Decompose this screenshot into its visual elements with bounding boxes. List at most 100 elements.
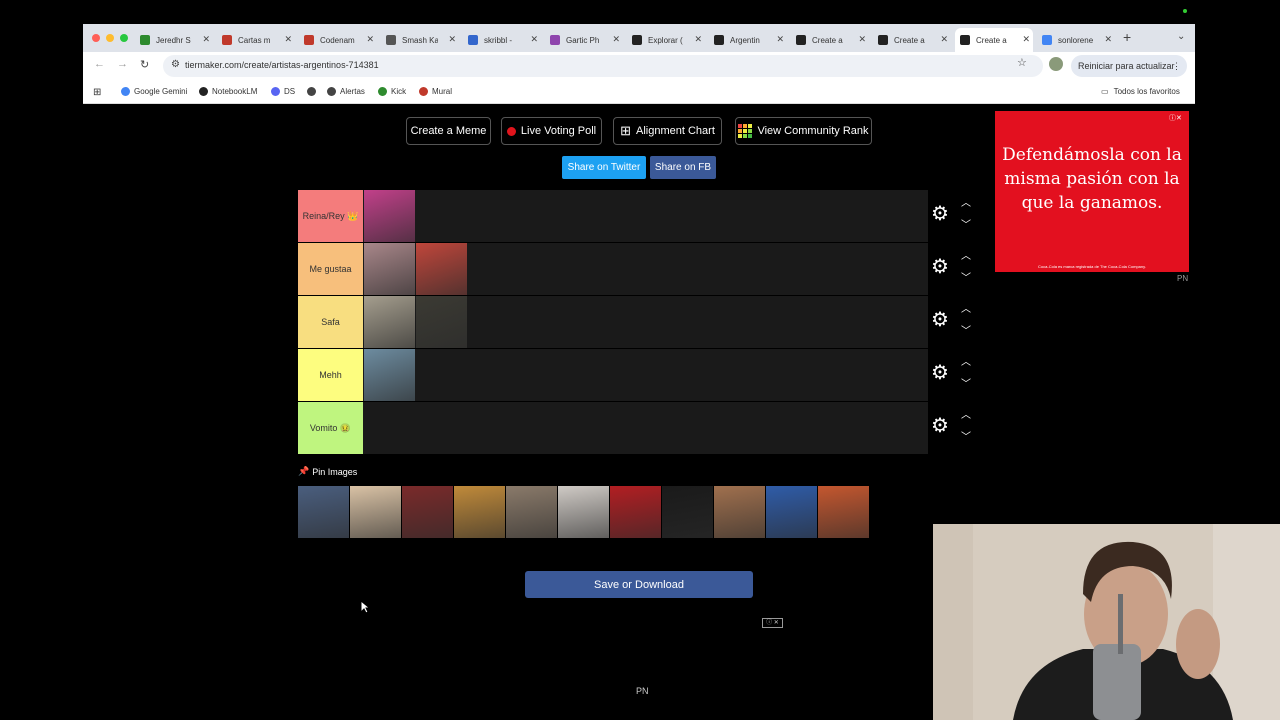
ad-close-icon[interactable]: ⓘ✕ — [1169, 113, 1182, 123]
chevron-up-icon[interactable]: ︿ — [961, 194, 971, 209]
live-voting-poll-button[interactable]: Live Voting Poll — [501, 117, 602, 145]
browser-tab[interactable]: Smash Ka ✕ — [381, 28, 459, 52]
gear-icon[interactable]: ⚙ — [931, 204, 949, 224]
tab-close-icon[interactable]: ✕ — [858, 34, 866, 45]
tier-label[interactable]: Safa — [298, 296, 363, 348]
share-facebook-button[interactable]: Share on FB — [650, 156, 716, 179]
bookmark-star-icon[interactable]: ☆ — [1017, 56, 1027, 69]
tab-close-icon[interactable]: ✕ — [612, 34, 620, 45]
tab-close-icon[interactable]: ✕ — [1022, 34, 1030, 45]
tier-item-image[interactable] — [416, 243, 467, 295]
chevron-up-icon[interactable]: ︿ — [961, 247, 971, 262]
more-menu-icon[interactable]: ⋮ — [1172, 55, 1181, 77]
tier-item-image[interactable] — [364, 190, 415, 242]
browser-tab[interactable]: Argentin ✕ — [709, 28, 787, 52]
tab-close-icon[interactable]: ✕ — [776, 34, 784, 45]
chevron-up-icon[interactable]: ︿ — [961, 353, 971, 368]
tab-close-icon[interactable]: ✕ — [448, 34, 456, 45]
tab-close-icon[interactable]: ✕ — [366, 34, 374, 45]
coca-cola-ad[interactable]: ⓘ✕ Defendámosla con la misma pasión con … — [995, 111, 1189, 272]
bookmark-item[interactable]: NotebookLM — [199, 87, 257, 96]
share-twitter-button[interactable]: Share on Twitter — [562, 156, 646, 179]
pool-image[interactable] — [402, 486, 453, 538]
pool-image[interactable] — [766, 486, 817, 538]
browser-tab[interactable]: Jeredhr S ✕ — [135, 28, 213, 52]
tab-search-icon[interactable]: ⌄ — [1177, 31, 1185, 42]
close-window-button[interactable] — [92, 34, 100, 42]
pool-image[interactable] — [454, 486, 505, 538]
chevron-down-icon[interactable]: ﹀ — [961, 428, 971, 443]
tier-label[interactable]: Me gustaa — [298, 243, 363, 295]
browser-tab[interactable]: Gartic Ph ✕ — [545, 28, 623, 52]
save-download-button[interactable]: Save or Download — [525, 571, 753, 598]
site-info-icon[interactable]: ⚙ — [171, 59, 180, 70]
reload-icon[interactable]: ↻ — [140, 58, 149, 71]
tier-label[interactable]: Reina/Rey 👑 — [298, 190, 363, 242]
bookmark-item[interactable]: Alertas — [327, 87, 365, 96]
gear-icon[interactable]: ⚙ — [931, 416, 949, 436]
tab-close-icon[interactable]: ✕ — [694, 34, 702, 45]
pool-image[interactable] — [818, 486, 869, 538]
pin-images-label: Pin Images — [312, 466, 358, 477]
browser-tab[interactable]: sonlorene ✕ — [1037, 28, 1115, 52]
tier-item-image[interactable] — [364, 349, 415, 401]
tab-favicon-icon — [140, 35, 150, 45]
browser-tab[interactable]: Create a ✕ — [791, 28, 869, 52]
chevron-down-icon[interactable]: ﹀ — [961, 322, 971, 337]
tab-close-icon[interactable]: ✕ — [202, 34, 210, 45]
bookmark-item[interactable]: Google Gemini — [121, 87, 187, 96]
alignment-chart-button[interactable]: ⊞ Alignment Chart — [613, 117, 722, 145]
gear-icon[interactable]: ⚙ — [931, 310, 949, 330]
all-bookmarks-folder[interactable]: ▭ Todos los favoritos — [1101, 87, 1180, 96]
new-tab-button[interactable]: + — [1123, 29, 1131, 45]
maximize-window-button[interactable] — [120, 34, 128, 42]
bookmark-item[interactable]: Kick — [378, 87, 406, 96]
pool-image[interactable] — [350, 486, 401, 538]
chevron-up-icon[interactable]: ︿ — [961, 406, 971, 421]
apps-grid-icon[interactable]: ⊞ — [93, 87, 101, 98]
gear-icon[interactable]: ⚙ — [931, 257, 949, 277]
browser-tab[interactable]: skribbl - ✕ — [463, 28, 541, 52]
browser-tab[interactable]: Create a ✕ — [873, 28, 951, 52]
ad-choices-tag[interactable]: ⓘ ✕ — [762, 618, 783, 628]
browser-tab[interactable]: Cartas m ✕ — [217, 28, 295, 52]
profile-avatar[interactable] — [1049, 57, 1063, 71]
back-icon[interactable]: ← — [94, 58, 105, 70]
tier-label[interactable]: Vomito 🤢 — [298, 402, 363, 454]
tier-item-image[interactable] — [364, 296, 415, 348]
tab-close-icon[interactable]: ✕ — [940, 34, 948, 45]
minimize-window-button[interactable] — [106, 34, 114, 42]
bookmark-item[interactable] — [307, 87, 320, 96]
chevron-up-icon[interactable]: ︿ — [961, 300, 971, 315]
bookmark-label: Google Gemini — [134, 87, 188, 96]
chevron-down-icon[interactable]: ﹀ — [961, 216, 971, 231]
update-button[interactable]: Reiniciar para actualizar ⋮ — [1071, 55, 1187, 77]
create-meme-button[interactable]: Create a Meme — [406, 117, 491, 145]
tier-item-image[interactable] — [364, 243, 415, 295]
address-bar[interactable]: ⚙ tiermaker.com/create/artistas-argentin… — [163, 55, 1043, 77]
pool-image[interactable] — [662, 486, 713, 538]
pool-image[interactable] — [298, 486, 349, 538]
pool-image[interactable] — [506, 486, 557, 538]
community-rank-button[interactable]: View Community Rank — [735, 117, 872, 145]
browser-tab[interactable]: Create a ✕ — [955, 28, 1033, 52]
bookmark-item[interactable]: DS — [271, 87, 295, 96]
pool-image[interactable] — [714, 486, 765, 538]
tab-close-icon[interactable]: ✕ — [530, 34, 538, 45]
tab-close-icon[interactable]: ✕ — [284, 34, 292, 45]
pool-image[interactable] — [610, 486, 661, 538]
chevron-down-icon[interactable]: ﹀ — [961, 375, 971, 390]
browser-tab[interactable]: Explorar (✕ — [627, 28, 705, 52]
tier-item-image[interactable] — [416, 296, 467, 348]
pin-images-toggle[interactable]: 📌 Pin Images — [298, 466, 357, 477]
tab-close-icon[interactable]: ✕ — [1104, 34, 1112, 45]
browser-tab[interactable]: Codenam ✕ — [299, 28, 377, 52]
pool-image[interactable] — [558, 486, 609, 538]
bookmark-label: NotebookLM — [212, 87, 258, 96]
forward-icon[interactable]: → — [117, 58, 128, 70]
chevron-down-icon[interactable]: ﹀ — [961, 269, 971, 284]
gear-icon[interactable]: ⚙ — [931, 363, 949, 383]
tier-label[interactable]: Mehh — [298, 349, 363, 401]
tab-title: Create a — [894, 35, 925, 45]
bookmark-item[interactable]: Mural — [419, 87, 452, 96]
